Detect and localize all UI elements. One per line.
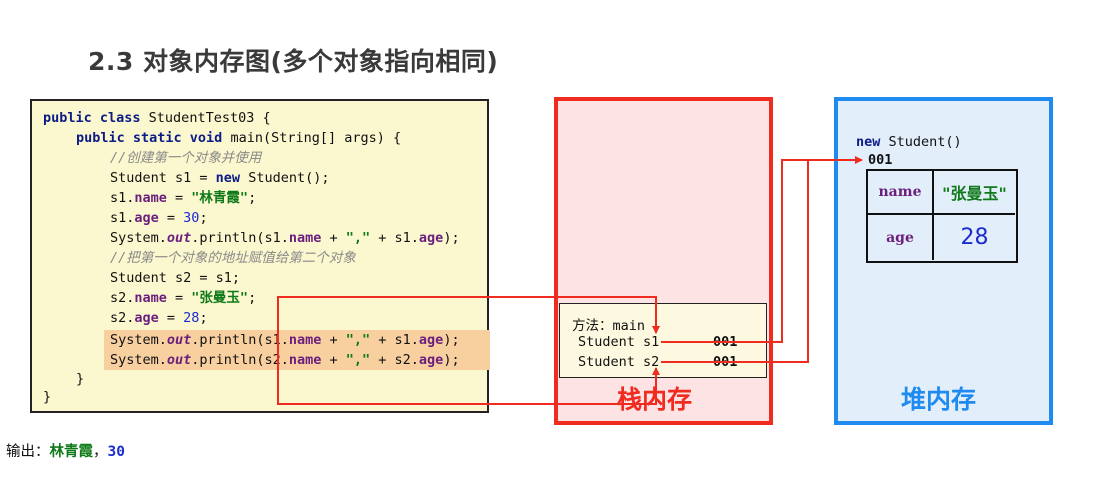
heap-memory-label: 堆内存 — [901, 385, 977, 414]
arrow-s2-to-heap — [661, 160, 809, 363]
arrow-code-to-frame — [640, 296, 660, 334]
output-age: 30 — [107, 444, 125, 460]
arrow-code-to-s2 — [277, 296, 660, 405]
output-label: 输出： — [6, 444, 50, 460]
output-name: 林青霞 — [49, 444, 94, 460]
stack-memory-label: 栈内存 — [617, 385, 693, 414]
output-separator: ， — [93, 444, 108, 460]
console-output: 输出：林青霞，30 — [6, 440, 125, 461]
arrow-s1-to-heap — [661, 156, 863, 343]
